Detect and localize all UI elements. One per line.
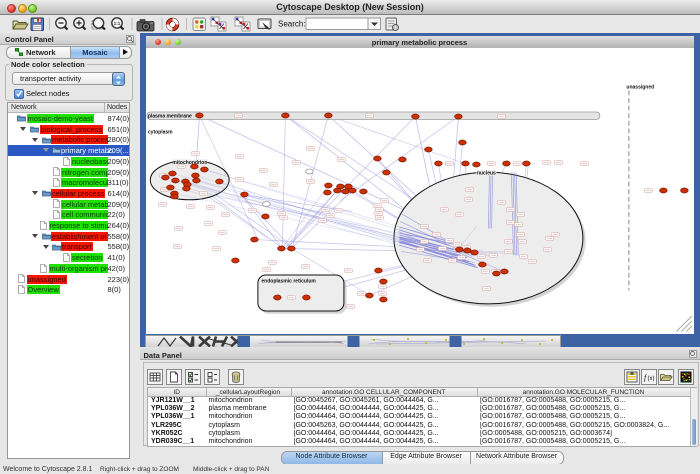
svg-text:1:1: 1:1 xyxy=(114,21,121,26)
svg-text:cytoplasm: cytoplasm xyxy=(147,129,172,135)
svg-text:endoplasmic reticulum: endoplasmic reticulum xyxy=(261,278,316,284)
svg-text:Search:: Search: xyxy=(278,20,306,29)
svg-text:(x): (x) xyxy=(648,376,655,382)
svg-text:unassigned: unassigned xyxy=(626,84,654,90)
svg-text:plasma membrane: plasma membrane xyxy=(147,113,191,119)
svg-text:nucleus: nucleus xyxy=(476,170,495,176)
